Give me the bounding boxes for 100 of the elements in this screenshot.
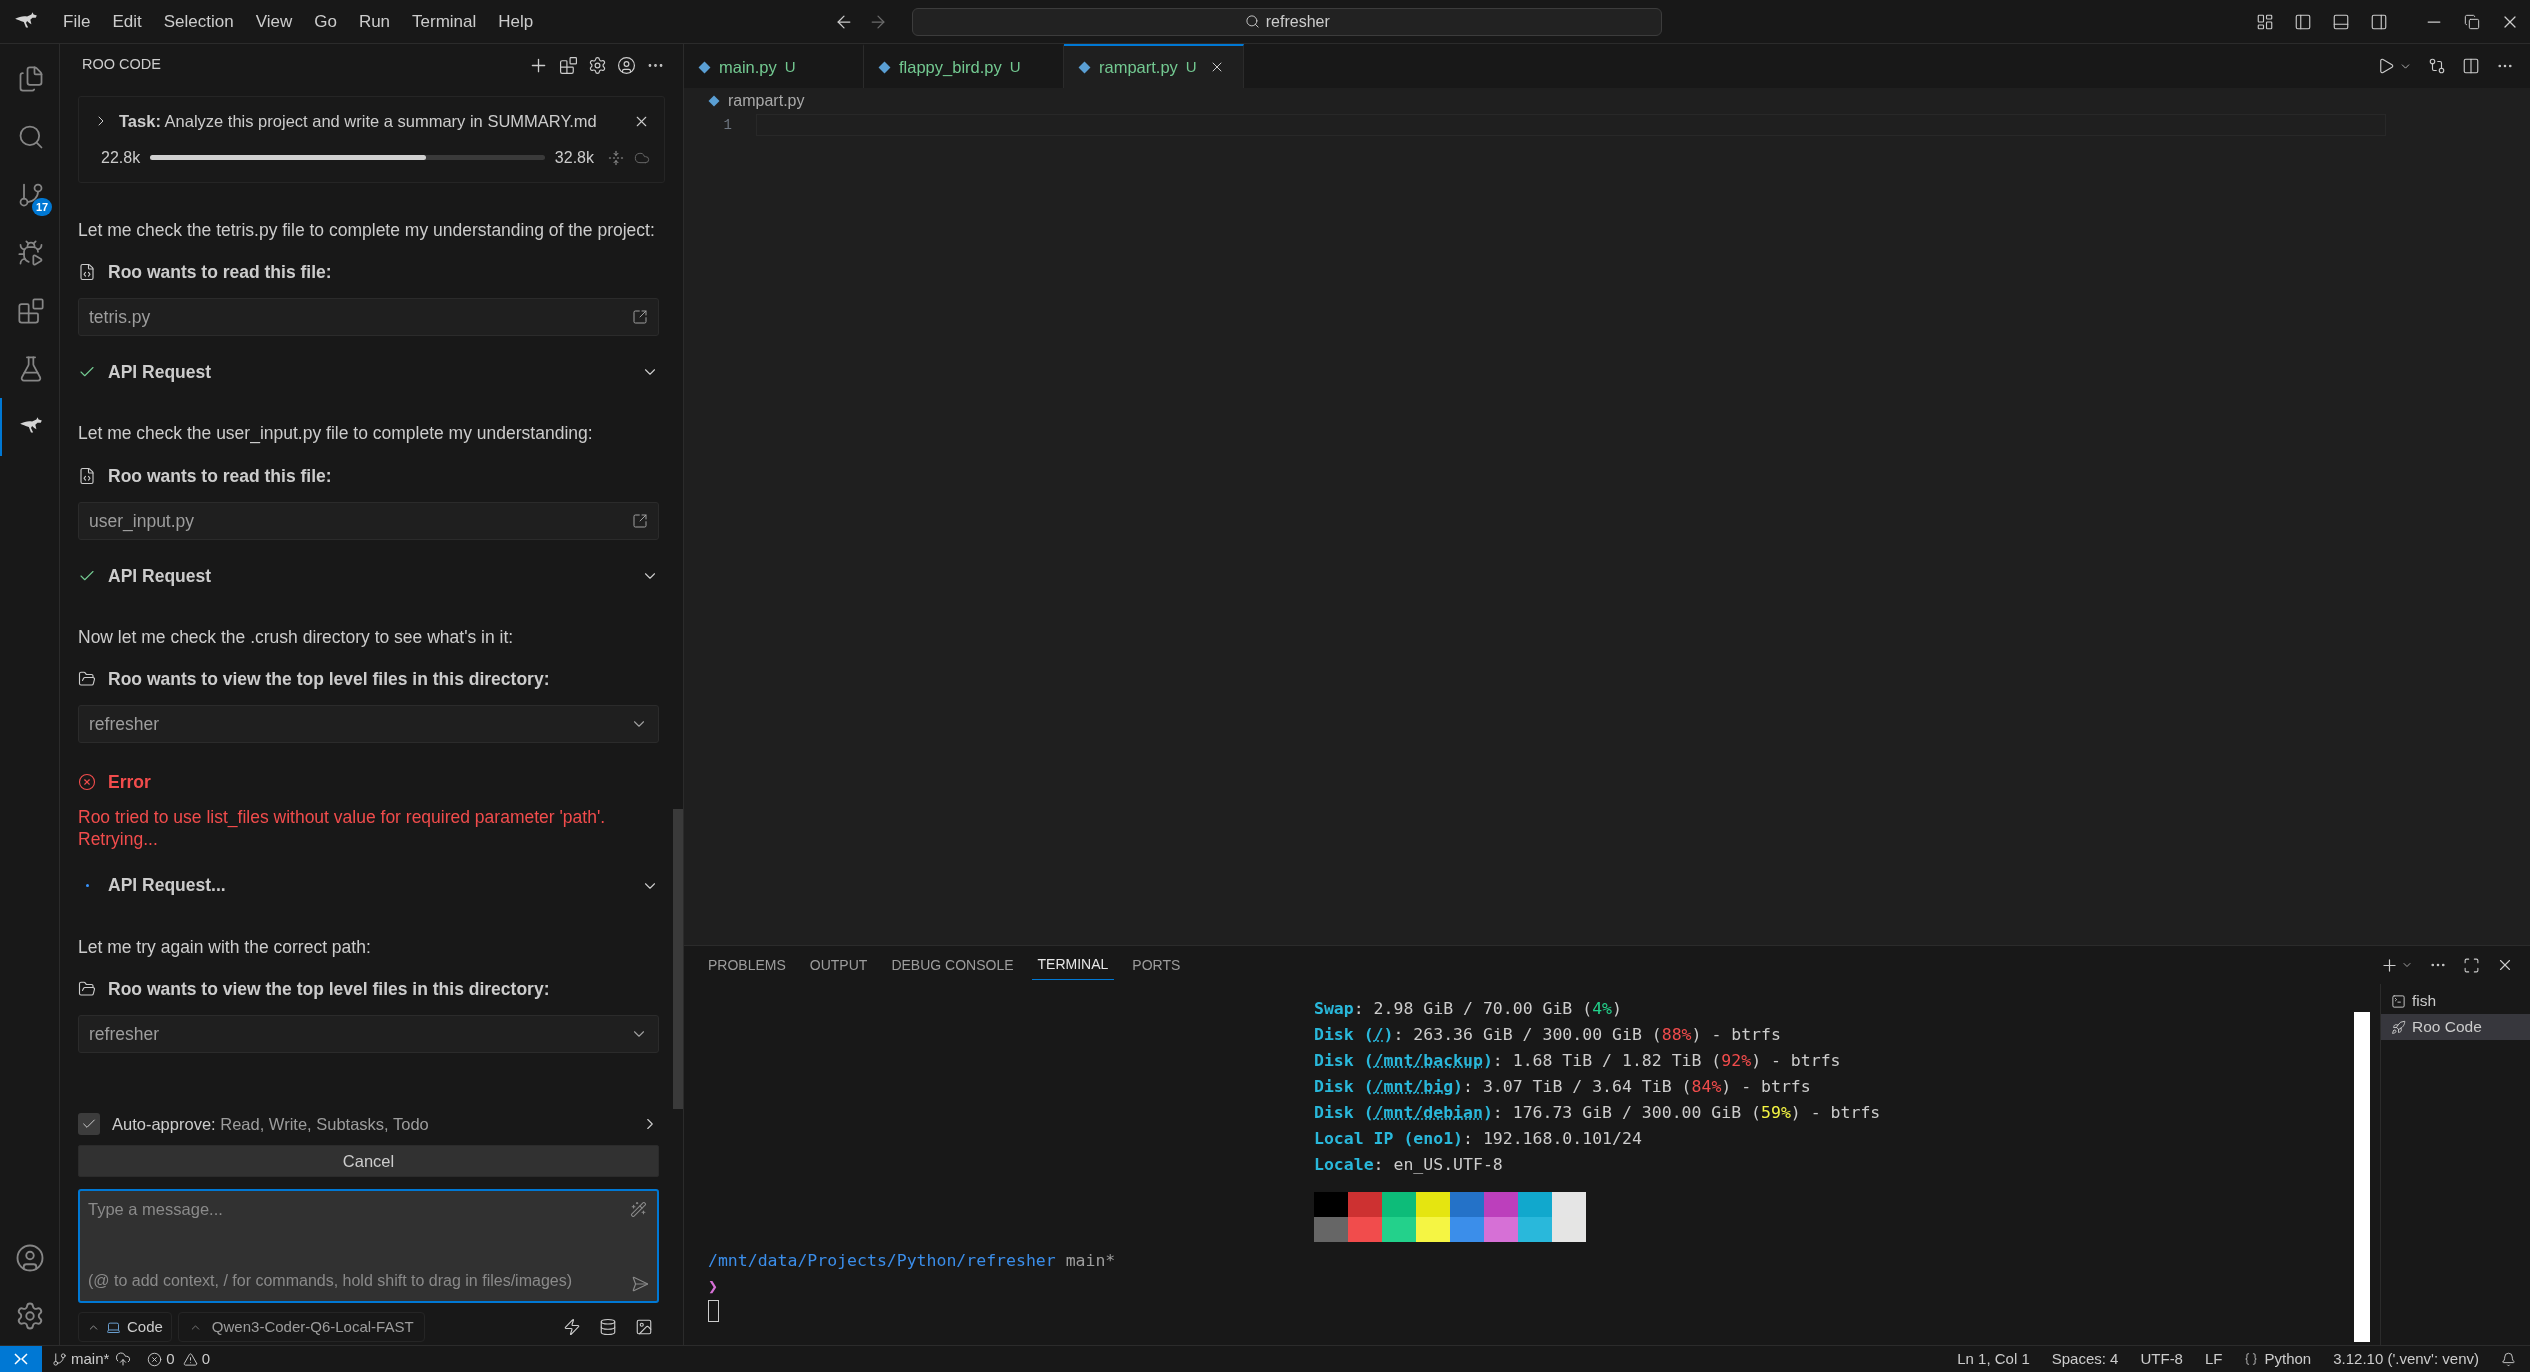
message-text: Let me check the user_input.py file to complete my understanding: — [78, 422, 594, 446]
terminal-scrollbar[interactable] — [2354, 1012, 2370, 1342]
scrollbar-thumb[interactable] — [673, 809, 683, 1109]
image-icon[interactable] — [635, 1318, 653, 1336]
terminal-session[interactable]: Roo Code — [2381, 1014, 2530, 1040]
terminal-line: Locale: en_US.UTF-8 — [1314, 1154, 1504, 1176]
language-status[interactable]: Python — [2244, 1347, 2312, 1371]
api-request-label: API Request — [108, 564, 213, 588]
account-icon[interactable] — [617, 55, 636, 75]
terminal-line: Disk (/mnt/big): 3.07 TiB / 3.64 TiB (84%) - btrfs — [1314, 1076, 1812, 1098]
menu-item[interactable]: Help — [487, 8, 545, 35]
sync-icon[interactable] — [115, 1351, 132, 1367]
message-text: Let me try again with the correct path: — [78, 935, 372, 959]
mode-selector[interactable]: Code — [78, 1312, 172, 1342]
input-hint: (@ to add context, / for commands, hold shift to drag in files/images) — [88, 1271, 572, 1291]
error-icon — [147, 1351, 163, 1367]
tool-title: Roo wants to read this file: — [108, 464, 332, 488]
status-item[interactable]: Ln 1, Col 1 — [1957, 1347, 2030, 1371]
status-item[interactable]: LF — [2204, 1347, 2223, 1371]
remote-icon — [13, 1351, 29, 1367]
menu-item[interactable]: Edit — [101, 8, 153, 35]
problems-status[interactable]: 0 0 — [147, 1347, 211, 1371]
menu-item[interactable]: File — [52, 8, 102, 35]
rocket-icon — [2391, 1019, 2406, 1035]
split-editor-icon[interactable] — [2462, 57, 2480, 75]
command-center-search[interactable]: refresher — [912, 7, 1663, 36]
file-field[interactable]: refresher — [78, 1015, 659, 1053]
breadcrumb[interactable]: rampart.py — [728, 89, 805, 113]
path-link[interactable]: /mnt/backup — [1373, 1051, 1483, 1070]
enhance-prompt-icon[interactable] — [630, 1201, 647, 1218]
file-icon — [78, 263, 96, 282]
terminal-line: Disk (/mnt/backup): 1.68 TiB / 1.82 TiB (92%) - btrfs — [1314, 1050, 1842, 1072]
settings-icon[interactable] — [588, 55, 607, 75]
run-icon[interactable] — [2377, 57, 2395, 75]
panel-tab[interactable]: OUTPUT — [803, 950, 874, 980]
badge: 17 — [32, 198, 53, 216]
panel-title: ROO CODE — [81, 55, 161, 75]
status-item[interactable]: Spaces: 4 — [2051, 1347, 2119, 1371]
terminal-branch: main* — [1065, 1251, 1116, 1270]
branch-icon — [52, 1351, 67, 1367]
python-file-icon — [1078, 60, 1091, 74]
extensions-icon[interactable] — [16, 297, 45, 325]
account-icon[interactable] — [14, 1243, 45, 1273]
path-link[interactable]: /mnt/big — [1373, 1077, 1454, 1096]
terminal-session[interactable]: fish — [2381, 988, 2530, 1014]
context-window: 32.8k — [554, 145, 594, 170]
panel-tab[interactable]: TERMINAL — [1031, 950, 1115, 980]
open-external-icon[interactable] — [632, 512, 648, 529]
file-icon — [78, 466, 96, 485]
task-title: Task: Analyze this project and write a summary in SUMMARY.md — [119, 111, 598, 132]
terminal-path: /mnt/data/Projects/Python/refresher — [708, 1251, 1056, 1270]
terminal-line: Disk (/): 263.36 GiB / 300.00 GiB (88%) - btrfs — [1314, 1024, 1782, 1046]
python-file-icon — [878, 60, 891, 74]
status-item[interactable]: 3.12.10 ('.venv': venv) — [2333, 1347, 2479, 1371]
panel-tab[interactable]: PROBLEMS — [702, 950, 792, 980]
marketplace-icon[interactable] — [559, 55, 578, 75]
laptop-icon — [106, 1319, 121, 1335]
condense-icon[interactable] — [608, 149, 624, 166]
error-icon — [78, 773, 96, 792]
layout-icon[interactable] — [2256, 12, 2274, 31]
file-field[interactable]: refresher — [78, 705, 659, 744]
database-icon[interactable] — [599, 1318, 617, 1336]
restore-icon[interactable] — [2464, 13, 2480, 30]
terminal-cursor — [708, 1300, 719, 1322]
error-message: Roo tried to use list_files without value for required parameter 'path'. Retrying... — [78, 805, 607, 850]
menu-item[interactable]: Terminal — [401, 8, 488, 35]
checkbox[interactable] — [78, 1113, 100, 1135]
editor-tab[interactable]: rampart.py U — [1064, 44, 1244, 88]
python-file-icon — [698, 60, 711, 74]
folder-icon — [78, 670, 96, 689]
secondary-sidebar-icon[interactable] — [2370, 12, 2388, 31]
maximize-icon[interactable] — [2463, 956, 2480, 974]
sidebar-toggle-icon[interactable] — [2294, 12, 2312, 31]
open-external-icon[interactable] — [632, 309, 648, 326]
terminal-line: Disk (/mnt/debian): 176.73 GiB / 300.00 GiB (59%) - btrfs — [1314, 1102, 1882, 1124]
compare-icon[interactable] — [2428, 57, 2446, 75]
tool-title: Roo wants to read this file: — [108, 261, 332, 284]
panel-tab[interactable]: DEBUG CONSOLE — [885, 950, 1020, 980]
send-icon[interactable] — [631, 1275, 649, 1293]
menu-item[interactable]: View — [244, 8, 304, 35]
menu-item[interactable]: Run — [347, 8, 402, 35]
branch-status[interactable]: main* — [52, 1347, 110, 1371]
file-field[interactable]: user_input.py — [78, 501, 659, 540]
file-field[interactable]: tetris.py — [78, 298, 659, 337]
prompt-symbol: ❯ — [708, 1276, 718, 1298]
bell-icon[interactable] — [2501, 1351, 2516, 1367]
menu-item[interactable]: Go — [303, 8, 348, 35]
cancel-button[interactable]: Cancel — [78, 1145, 659, 1177]
menu-item[interactable]: Selection — [152, 8, 245, 35]
run-debug-icon[interactable] — [16, 239, 45, 267]
panel-tab[interactable]: PORTS — [1126, 950, 1187, 980]
terminal-line: Swap: 2.98 GiB / 70.00 GiB (4%) — [1314, 998, 1623, 1020]
warning-icon — [182, 1351, 198, 1367]
model-selector[interactable]: Qwen3-Coder-Q6-Local-FAST — [177, 1312, 425, 1342]
lightning-icon[interactable] — [563, 1318, 581, 1336]
terminal-line: Local IP (eno1): 192.168.0.101/24 — [1314, 1128, 1643, 1150]
auto-approve-label: Auto-approve: Read, Write, Subtasks, Todo — [112, 1113, 430, 1135]
panel-toggle-icon[interactable] — [2332, 12, 2350, 31]
tool-title: Roo wants to view the top level files in this directory: — [108, 977, 550, 1001]
status-item[interactable]: UTF-8 — [2140, 1347, 2183, 1371]
